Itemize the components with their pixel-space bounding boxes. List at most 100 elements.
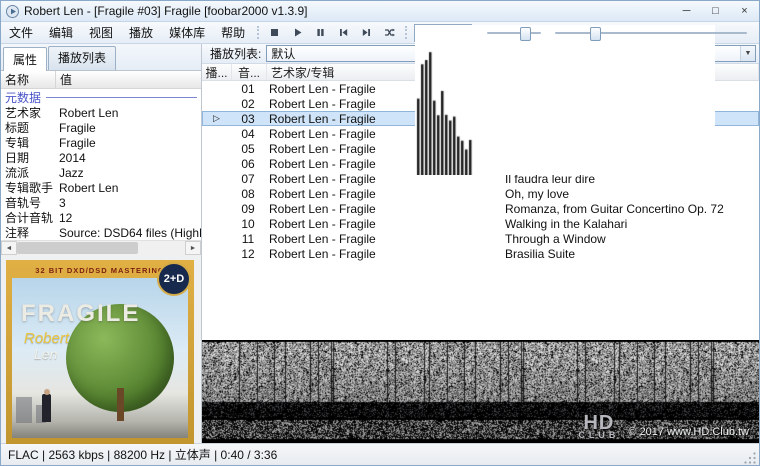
track-title: Through a Window [501,231,759,246]
column-header-track[interactable]: 音... [232,64,267,80]
playing-indicator [202,231,231,246]
tab-properties[interactable]: 属性 [3,47,47,71]
track-title: Oh, my love [501,186,759,201]
previous-button[interactable] [332,23,355,43]
left-panel: 属性 播放列表 名称 值 元数据 艺术家Robert Len 标题Fragile… [1,44,202,443]
track-number: 09 [231,201,265,216]
playlist-selector-label: 播放列表: [205,45,266,62]
menu-playback[interactable]: 播放 [121,21,161,44]
artist-album: Robert Len - Fragile [265,201,501,216]
prop-row[interactable]: 音轨号3 [1,195,201,210]
track-number: 08 [231,186,265,201]
prop-row[interactable]: 专辑Fragile [1,135,201,150]
window-title: Robert Len - [Fragile #03] Fragile [foob… [24,4,308,18]
left-tabs: 属性 播放列表 [1,44,201,70]
playlist-row[interactable]: 10Robert Len - FragileWalking in the Kal… [202,216,759,231]
watermark: HD CLUB © 2017 www.HD.Club.tw [578,415,749,440]
track-number: 06 [231,156,265,171]
prop-value: Robert Len [55,181,201,195]
prop-row[interactable]: 日期2014 [1,150,201,165]
seek-track [555,32,747,34]
play-button[interactable] [286,23,309,43]
random-button[interactable] [378,23,401,43]
track-number: 05 [231,141,265,156]
menu-toolbar-row: 文件 编辑 视图 播放 媒体库 帮助 [1,22,759,44]
album-art-artist: Robert [24,330,69,347]
track-number: 10 [231,216,265,231]
toolbar-grip[interactable] [257,26,259,39]
playlist-row[interactable]: 12Robert Len - FragileBrasilia Suite [202,246,759,261]
seek-slider[interactable] [553,24,749,42]
spectrum-visualizer[interactable] [414,24,472,42]
prop-row[interactable]: 注释Source: DSD64 files (HighResAudio) [1,225,201,240]
app-icon [6,5,19,18]
stop-button[interactable] [263,23,286,43]
toolbar-grip[interactable] [405,26,407,39]
close-button[interactable]: × [730,1,759,21]
scrollbar-track[interactable] [17,241,185,255]
menu-edit[interactable]: 编辑 [41,21,81,44]
prop-name-header[interactable]: 名称 [1,71,56,88]
hdclub-logo: HD CLUB [578,415,619,440]
album-art: 32 BIT DXD/DSD MASTERING 2+D FRAGILE Rob… [6,260,194,444]
playing-indicator [202,246,231,261]
prop-value-header[interactable]: 值 [56,71,201,88]
horizontal-scrollbar: ◄ ► [1,240,201,255]
scrollbar-thumb[interactable] [17,242,138,254]
artist-album: Robert Len - Fragile [265,186,501,201]
prop-row[interactable]: 艺术家Robert Len [1,105,201,120]
title-bar[interactable]: Robert Len - [Fragile #03] Fragile [foob… [1,1,759,22]
watermark-copyright: © 2017 www.HD.Club.tw [628,426,749,440]
track-number: 11 [231,231,265,246]
menu-file[interactable]: 文件 [1,21,41,44]
man-figure-graphic [44,389,50,395]
pause-button[interactable] [309,23,332,43]
tab-playlist[interactable]: 播放列表 [48,46,116,70]
prop-name: 注释 [1,224,55,241]
foobar2000-window: Robert Len - [Fragile #03] Fragile [foob… [0,0,760,466]
menu-library[interactable]: 媒体库 [161,21,213,44]
prop-value: Fragile [55,121,201,135]
prop-value: Jazz [55,166,201,180]
playlist-empty-area [202,261,759,340]
ground-graphic [12,421,188,438]
track-title: Romanza, from Guitar Concertino Op. 72 [501,201,759,216]
album-art-badge: 2+D [157,262,191,296]
seek-thumb[interactable] [590,27,601,41]
artist-album: Robert Len - Fragile [265,216,501,231]
chevron-down-icon[interactable]: ▼ [740,46,755,61]
prop-row[interactable]: 标题Fragile [1,120,201,135]
prop-row[interactable]: 专辑歌手Robert Len [1,180,201,195]
playing-indicator [202,81,231,96]
playing-indicator [202,141,231,156]
playing-indicator [202,171,231,186]
playlist-row[interactable]: 08Robert Len - FragileOh, my love [202,186,759,201]
playlist-row[interactable]: 11Robert Len - FragileThrough a Window [202,231,759,246]
prop-value: Fragile [55,136,201,150]
resize-grip[interactable] [744,452,757,465]
maximize-button[interactable]: □ [701,1,730,21]
volume-track [487,32,541,34]
minimize-button[interactable]: ─ [672,1,701,21]
prop-value: 3 [55,196,201,210]
playlist-row[interactable]: 09Robert Len - FragileRomanza, from Guit… [202,201,759,216]
prop-value: Source: DSD64 files (HighResAudio) [55,226,201,240]
scroll-left-arrow-icon[interactable]: ◄ [1,241,17,255]
prop-row[interactable]: 流派Jazz [1,165,201,180]
properties-header: 名称 值 [1,71,201,89]
track-number: 12 [231,246,265,261]
menu-help[interactable]: 帮助 [213,21,253,44]
prop-row[interactable]: 合计音轨12 [1,210,201,225]
status-bar: FLAC | 2563 kbps | 88200 Hz | 立体声 | 0:40… [1,443,759,465]
status-text: FLAC | 2563 kbps | 88200 Hz | 立体声 | 0:40… [8,446,277,463]
volume-thumb[interactable] [520,27,531,41]
volume-slider[interactable] [485,24,543,42]
track-number: 01 [231,81,265,96]
menu-view[interactable]: 视图 [81,21,121,44]
spectrogram-panel[interactable]: HD CLUB © 2017 www.HD.Club.tw [202,340,759,443]
scroll-right-arrow-icon[interactable]: ► [185,241,201,255]
track-number: 07 [231,171,265,186]
column-header-playing[interactable]: 播... [202,64,232,80]
hdclub-logo-club: CLUB [578,432,619,440]
next-button[interactable] [355,23,378,43]
